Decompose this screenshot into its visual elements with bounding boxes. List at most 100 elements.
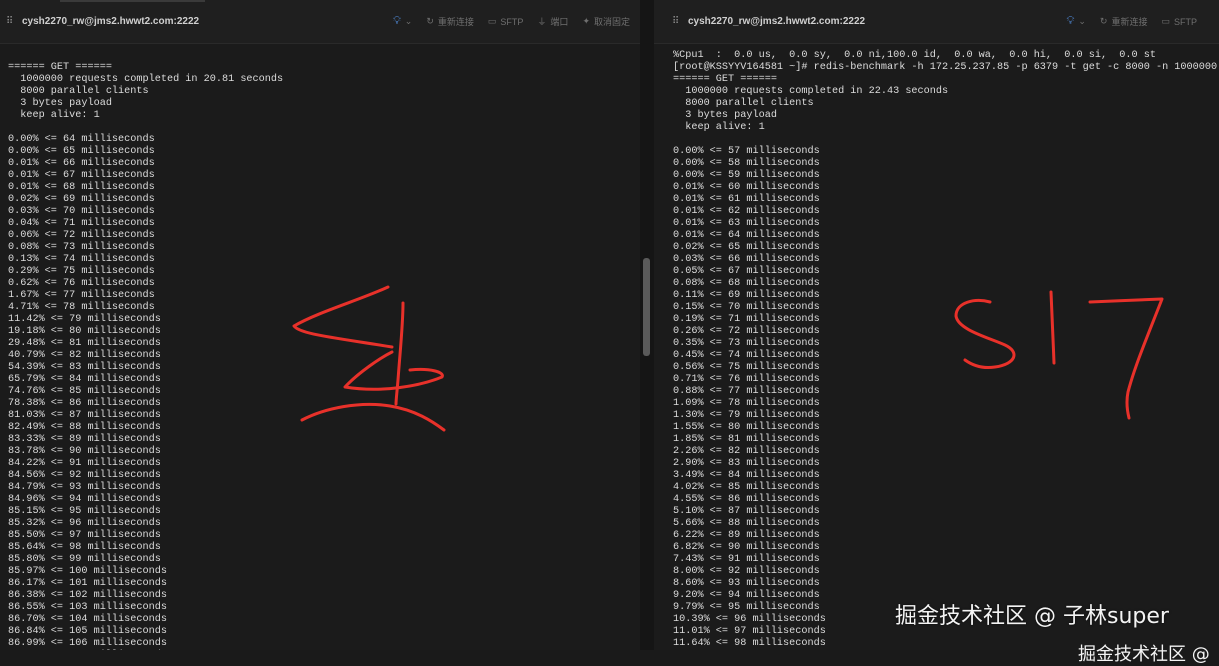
grip-dots-icon[interactable]: ⠿ xyxy=(6,16,22,27)
refresh-icon: ↻ xyxy=(426,16,434,26)
terminal-line: 0.00% <= 58 milliseconds xyxy=(673,158,820,169)
terminal-line: 8000 parallel clients xyxy=(8,86,149,97)
terminal-line: 3 bytes payload xyxy=(8,98,112,109)
terminal-line: 8.00% <= 92 milliseconds xyxy=(673,566,820,577)
left-terminal-output[interactable]: ====== GET ====== 1000000 requests compl… xyxy=(8,50,640,650)
watermark-cut: 掘金技术社区 @ xyxy=(1078,644,1210,665)
terminal-line: 0.00% <= 59 milliseconds xyxy=(673,170,820,181)
terminal-line: 40.79% <= 82 milliseconds xyxy=(8,350,161,361)
right-terminal-output[interactable]: %Cpu1 : 0.0 us, 0.0 sy, 0.0 ni,100.0 id,… xyxy=(673,50,1219,650)
reconnect-button[interactable]: ↻ 重新连接 xyxy=(1100,15,1148,28)
scrollbar-thumb[interactable] xyxy=(643,258,650,356)
active-tab-indicator xyxy=(60,0,205,2)
terminal-line: 0.06% <= 72 milliseconds xyxy=(8,230,155,241)
terminal-line: 0.00% <= 57 milliseconds xyxy=(673,146,820,157)
reconnect-button[interactable]: ↻ 重新连接 xyxy=(426,15,474,28)
terminal-line: ====== GET ====== xyxy=(8,62,112,73)
terminal-line: 0.00% <= 65 milliseconds xyxy=(8,146,155,157)
terminal-line: ====== GET ====== xyxy=(673,74,777,85)
terminal-line: 0.03% <= 66 milliseconds xyxy=(673,254,820,265)
terminal-line: keep alive: 1 xyxy=(673,122,765,133)
left-session-bar: ⠿ cysh2270_rw@jms2.hwwt2.com:2222 💡︎ ⌄ ↻ 重… xyxy=(0,0,640,44)
terminal-line: 0.04% <= 71 milliseconds xyxy=(8,218,155,229)
terminal-line: 85.80% <= 99 milliseconds xyxy=(8,554,161,565)
terminal-line: 0.29% <= 75 milliseconds xyxy=(8,266,155,277)
terminal-line: 78.38% <= 86 milliseconds xyxy=(8,398,161,409)
terminal-line: 0.01% <= 67 milliseconds xyxy=(8,170,155,181)
terminal-line: 54.39% <= 83 milliseconds xyxy=(8,362,161,373)
grip-dots-icon[interactable]: ⠿ xyxy=(672,16,688,27)
terminal-line: 4.71% <= 78 milliseconds xyxy=(8,302,155,313)
terminal-line: 0.01% <= 62 milliseconds xyxy=(673,206,820,217)
plug-icon: ⏚ xyxy=(537,17,547,27)
terminal-line: 86.99% <= 106 milliseconds xyxy=(8,638,167,649)
terminal-line: 0.35% <= 73 milliseconds xyxy=(673,338,820,349)
terminal-line: 0.13% <= 74 milliseconds xyxy=(8,254,155,265)
terminal-line: 7.43% <= 91 milliseconds xyxy=(673,554,820,565)
terminal-line: 0.56% <= 75 milliseconds xyxy=(673,362,820,373)
terminal-line: 0.01% <= 66 milliseconds xyxy=(8,158,155,169)
terminal-line: 1000000 requests completed in 20.81 seco… xyxy=(8,74,284,85)
terminal-line: 84.79% <= 93 milliseconds xyxy=(8,482,161,493)
folder-icon: ▭ xyxy=(1161,16,1170,26)
terminal-line: 85.32% <= 96 milliseconds xyxy=(8,518,161,529)
terminal-line: 85.97% <= 100 milliseconds xyxy=(8,566,167,577)
terminal-line: 0.88% <= 77 milliseconds xyxy=(673,386,820,397)
terminal-line: 0.26% <= 72 milliseconds xyxy=(673,326,820,337)
terminal-line: 1.30% <= 79 milliseconds xyxy=(673,410,820,421)
terminal-line: 0.71% <= 76 milliseconds xyxy=(673,374,820,385)
terminal-line: 5.66% <= 88 milliseconds xyxy=(673,518,820,529)
terminal-line: 29.48% <= 81 milliseconds xyxy=(8,338,161,349)
terminal-line: 0.11% <= 69 milliseconds xyxy=(673,290,820,301)
sftp-button[interactable]: ▭ SFTP xyxy=(488,16,524,27)
lightbulb-icon[interactable]: 💡︎ ⌄ xyxy=(393,15,412,28)
terminal-line: 1.09% <= 78 milliseconds xyxy=(673,398,820,409)
terminal-line: 0.45% <= 74 milliseconds xyxy=(673,350,820,361)
terminal-line: 86.84% <= 105 milliseconds xyxy=(8,626,167,637)
terminal-line: 5.10% <= 87 milliseconds xyxy=(673,506,820,517)
terminal-line: 81.03% <= 87 milliseconds xyxy=(8,410,161,421)
terminal-line: 85.64% <= 98 milliseconds xyxy=(8,542,161,553)
terminal-line: 8.60% <= 93 milliseconds xyxy=(673,578,820,589)
unpin-button[interactable]: ✦ 取消固定 xyxy=(582,15,630,28)
terminal-line: 0.01% <= 63 milliseconds xyxy=(673,218,820,229)
terminal-line: %Cpu1 : 0.0 us, 0.0 sy, 0.0 ni,100.0 id,… xyxy=(673,50,1156,61)
terminal-line: 4.02% <= 85 milliseconds xyxy=(673,482,820,493)
terminal-line: 85.15% <= 95 milliseconds xyxy=(8,506,161,517)
terminal-line: 6.22% <= 89 milliseconds xyxy=(673,530,820,541)
terminal-line: 0.19% <= 71 milliseconds xyxy=(673,314,820,325)
terminal-line: 86.38% <= 102 milliseconds xyxy=(8,590,167,601)
pin-icon: ✦ xyxy=(582,16,590,26)
terminal-line: 0.01% <= 68 milliseconds xyxy=(8,182,155,193)
lightbulb-icon[interactable]: 💡︎ ⌄ xyxy=(1067,15,1086,28)
left-terminal-pane[interactable]: ⠿ cysh2270_rw@jms2.hwwt2.com:2222 💡︎ ⌄ ↻ 重… xyxy=(0,0,640,650)
terminal-line: 0.01% <= 64 milliseconds xyxy=(673,230,820,241)
refresh-icon: ↻ xyxy=(1099,16,1108,26)
right-session-title[interactable]: cysh2270_rw@jms2.hwwt2.com:2222 xyxy=(688,16,865,27)
left-session-title[interactable]: cysh2270_rw@jms2.hwwt2.com:2222 xyxy=(22,16,199,27)
terminal-line: 11.42% <= 79 milliseconds xyxy=(8,314,161,325)
terminal-line: 3 bytes payload xyxy=(673,110,777,121)
terminal-line: keep alive: 1 xyxy=(8,110,100,121)
terminal-line: 86.70% <= 104 milliseconds xyxy=(8,614,167,625)
terminal-line: 86.55% <= 103 milliseconds xyxy=(8,602,167,613)
terminal-line: 0.00% <= 64 milliseconds xyxy=(8,134,155,145)
terminal-line: 83.33% <= 89 milliseconds xyxy=(8,434,161,445)
port-button[interactable]: ⏚ 端口 xyxy=(537,15,568,28)
sftp-button[interactable]: ▭ SFTP xyxy=(1161,16,1197,27)
terminal-line: 83.78% <= 90 milliseconds xyxy=(8,446,161,457)
terminal-line: 0.08% <= 73 milliseconds xyxy=(8,242,155,253)
watermark: 掘金技术社区 @ 子林super xyxy=(895,604,1169,629)
terminal-line: 0.05% <= 67 milliseconds xyxy=(673,266,820,277)
terminal-line: 82.49% <= 88 milliseconds xyxy=(8,422,161,433)
terminal-line: 84.22% <= 91 milliseconds xyxy=(8,458,161,469)
terminal-line: 65.79% <= 84 milliseconds xyxy=(8,374,161,385)
terminal-line: 0.03% <= 70 milliseconds xyxy=(8,206,155,217)
right-terminal-pane[interactable]: ⠿ cysh2270_rw@jms2.hwwt2.com:2222 💡︎ ⌄ ↻ 重… xyxy=(654,0,1219,650)
terminal-line: 4.55% <= 86 milliseconds xyxy=(673,494,820,505)
terminal-line: 1.67% <= 77 milliseconds xyxy=(8,290,155,301)
terminal-line: 84.96% <= 94 milliseconds xyxy=(8,494,161,505)
terminal-line: 0.08% <= 68 milliseconds xyxy=(673,278,820,289)
